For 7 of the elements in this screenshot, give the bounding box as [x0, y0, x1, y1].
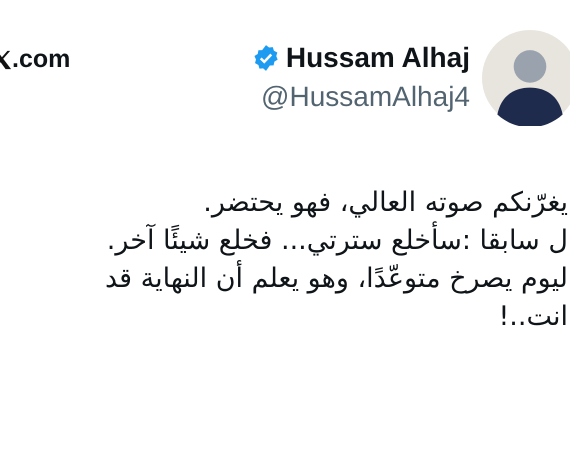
tweet-text-line: ل سابقا :سأخلع سترتي... فخلع شيئًا آخر. [0, 222, 568, 260]
site-label: .com [12, 47, 70, 72]
tweet-text-line: انت..! [497, 300, 568, 334]
tweet-text-line: يغرّنكم صوته العالي، فهو يحتضر. [202, 186, 568, 220]
author-name: Hussam Alhaj [286, 43, 470, 72]
tweet-text-line: ليوم يصرخ متوعّدًا، وهو يعلم أن النهاية قد [0, 260, 568, 298]
author-handle: @HussamAlhaj4 [261, 82, 470, 112]
